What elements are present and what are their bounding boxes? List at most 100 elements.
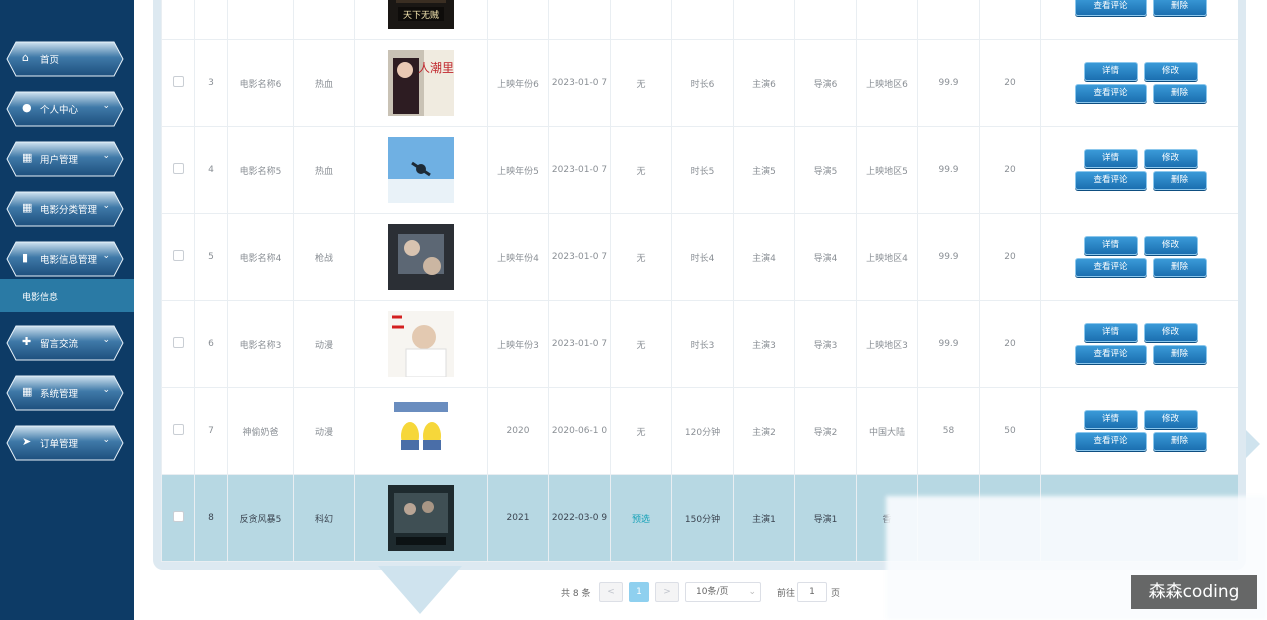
edit-button[interactable]: 修改 — [1143, 236, 1198, 255]
cell-date: 2023-01-0 7 — [548, 213, 611, 301]
edit-button[interactable]: 修改 — [1143, 62, 1198, 81]
row-checkbox-cell[interactable] — [161, 387, 195, 475]
row-checkbox[interactable] — [172, 250, 184, 261]
delete-button[interactable]: 删除 — [1152, 432, 1207, 451]
row-checkbox[interactable] — [172, 424, 184, 435]
row-checkbox-cell[interactable] — [161, 126, 195, 214]
movie-poster-image — [388, 137, 454, 203]
sidebar-item-4[interactable]: ▦ 电影分类管理 ⌄ — [6, 191, 124, 227]
cell-actor: 主演6 — [733, 39, 795, 127]
page-1-button[interactable]: 1 — [629, 582, 649, 602]
cell-date: 2023-01-0 7 — [548, 39, 611, 127]
detail-button[interactable]: 详情 — [1083, 149, 1138, 168]
view-comments-button[interactable]: 查看评论 — [1074, 171, 1147, 190]
goto-page-input[interactable]: 1 — [797, 582, 827, 602]
delete-button[interactable]: 删除 — [1152, 0, 1207, 16]
movie-poster-image — [388, 485, 454, 551]
sidebar-item-3[interactable]: ▦ 用户管理 ⌄ — [6, 141, 124, 177]
cell-status: 无 — [610, 39, 672, 127]
cell-director: 导演5 — [794, 126, 857, 214]
cell-name: 电影名称4 — [227, 213, 294, 301]
sidebar-item-label: 首页 — [40, 55, 60, 66]
cell-actor: 主演1 — [733, 474, 795, 562]
table-row[interactable]: 4 电影名称5 热血 上映年份5 2023-01-0 7 无时长5 主演5 导演5 上映地区5 9… — [161, 126, 1238, 214]
sidebar-item-label: 系统管理 — [40, 389, 79, 400]
edit-button[interactable]: 修改 — [1143, 410, 1198, 429]
delete-button[interactable]: 删除 — [1152, 345, 1207, 364]
view-comments-button[interactable]: 查看评论 — [1074, 345, 1147, 364]
delete-button[interactable]: 删除 — [1152, 171, 1207, 190]
page-size-select[interactable]: 10条/页 ⌄ — [685, 582, 761, 602]
cell-status: 无 — [610, 387, 672, 475]
grid-icon: ▦ — [22, 385, 33, 398]
row-checkbox[interactable] — [172, 76, 184, 87]
cell-idx: 6 — [194, 300, 228, 388]
film-icon: ▮ — [22, 251, 29, 264]
edit-button[interactable]: 修改 — [1143, 323, 1198, 342]
cell-year: 上映年份6 — [487, 39, 549, 127]
detail-button[interactable]: 详情 — [1083, 323, 1138, 342]
view-comments-button[interactable]: 查看评论 — [1074, 432, 1147, 451]
grid-icon: ▦ — [22, 201, 33, 214]
movie-poster-image — [388, 398, 454, 464]
sidebar-subitem-label: 电影信息 — [22, 293, 59, 303]
cell-date: 2020-06-1 0 — [548, 387, 611, 475]
chevron-down-icon: ⌄ — [102, 101, 110, 111]
cell-duration: 120分钟 — [671, 387, 734, 475]
row-checkbox-cell[interactable] — [161, 213, 195, 301]
chevron-down-icon: ⌄ — [102, 385, 110, 395]
cell-count: 20 — [979, 213, 1041, 301]
detail-button[interactable]: 详情 — [1083, 236, 1138, 255]
delete-button[interactable]: 删除 — [1152, 258, 1207, 277]
poster-cell — [354, 213, 488, 301]
sidebar-item-6[interactable]: ✚ 留言交流 ⌄ — [6, 325, 124, 361]
row-checkbox[interactable] — [172, 163, 184, 174]
ops-cell: 详情修改查看评论删除 — [1040, 126, 1238, 214]
row-checkbox-cell[interactable] — [161, 0, 195, 40]
row-checkbox-cell[interactable] — [161, 474, 195, 562]
sidebar-item-8[interactable]: ➤ 订单管理 ⌄ — [6, 425, 124, 461]
cell-actor: 主演5 — [733, 126, 795, 214]
view-comments-button[interactable]: 查看评论 — [1074, 84, 1147, 103]
sidebar-item-label: 订单管理 — [40, 439, 79, 450]
cell-actor: 主演4 — [733, 213, 795, 301]
sidebar-item-7[interactable]: ▦ 系统管理 ⌄ — [6, 375, 124, 411]
cell-idx: 8 — [194, 474, 228, 562]
view-comments-button[interactable]: 查看评论 — [1074, 258, 1147, 277]
table-row[interactable]: 6 电影名称3 动漫 上映年份3 2023-01-0 7 无时长3 主演3 导演3 上映地区3 9… — [161, 300, 1238, 388]
cell-count: 50 — [979, 387, 1041, 475]
view-comments-button[interactable]: 查看评论 — [1074, 0, 1147, 16]
row-checkbox-cell[interactable] — [161, 300, 195, 388]
cell-duration: 时长5 — [671, 126, 734, 214]
total-count: 共 8 条 — [561, 589, 591, 599]
cell-date: 7 — [548, 0, 611, 40]
detail-button[interactable]: 详情 — [1083, 62, 1138, 81]
cell-idx: 5 — [194, 213, 228, 301]
cell-price: 99.9 — [917, 126, 980, 214]
row-checkbox[interactable] — [172, 511, 184, 522]
sidebar-item-5[interactable]: ▮ 电影信息管理 ⌄ — [6, 241, 124, 277]
table-row[interactable]: 天下无贼 7 详情修改查看评论删除 — [161, 0, 1238, 40]
poster-cell — [354, 300, 488, 388]
sidebar-subitem-movie-info[interactable]: 电影信息 — [0, 279, 134, 312]
cell-region: 上映地区4 — [856, 213, 918, 301]
cell-actor: 主演2 — [733, 387, 795, 475]
sidebar-item-2[interactable]: ● 个人中心 ⌄ — [6, 91, 124, 127]
row-checkbox[interactable] — [172, 337, 184, 348]
cell-price: 99.9 — [917, 300, 980, 388]
cell-price — [917, 0, 980, 40]
cell-date: 2023-01-0 7 — [548, 126, 611, 214]
cell-year: 上映年份4 — [487, 213, 549, 301]
detail-button[interactable]: 详情 — [1083, 410, 1138, 429]
sidebar-item-1[interactable]: ⌂ 首页 — [6, 41, 124, 77]
table-row[interactable]: 7 神偷奶爸 动漫 2020 2020-06-1 0 无 120分钟 主演2 导演2 中国大陆 58… — [161, 387, 1238, 475]
table-row[interactable]: 3 电影名称6 热血 人潮里 上映年份6 2023-01-0 7 无时长6 主演6 导演6 上映地… — [161, 39, 1238, 127]
prev-page-button[interactable]: < — [599, 582, 623, 602]
decorative-arrow — [1246, 430, 1260, 458]
edit-button[interactable]: 修改 — [1143, 149, 1198, 168]
row-checkbox-cell[interactable] — [161, 39, 195, 127]
delete-button[interactable]: 删除 — [1152, 84, 1207, 103]
cell-duration: 时长3 — [671, 300, 734, 388]
table-row[interactable]: 5 电影名称4 枪战 上映年份4 2023-01-0 7 无时长4 主演4 导演4 上映地区4 9… — [161, 213, 1238, 301]
next-page-button[interactable]: > — [655, 582, 679, 602]
